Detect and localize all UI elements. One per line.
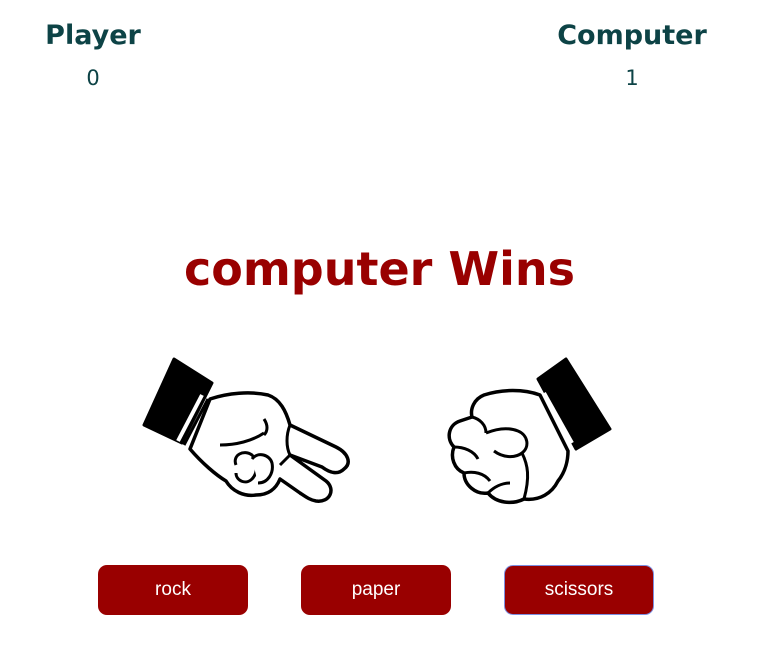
player-label: Player: [45, 20, 141, 51]
scissors-hand-icon: [140, 355, 355, 510]
player-score-panel: Player 0: [30, 18, 156, 92]
computer-score-panel: Computer 1: [552, 18, 712, 92]
result-message: computer Wins: [184, 242, 575, 296]
rock-fist-icon: [440, 355, 615, 510]
computer-label: Computer: [557, 20, 707, 51]
paper-button[interactable]: paper: [301, 565, 451, 615]
computer-score: 1: [625, 66, 639, 90]
player-score: 0: [86, 66, 100, 90]
scissors-button[interactable]: scissors: [504, 565, 654, 615]
rock-button[interactable]: rock: [98, 565, 248, 615]
